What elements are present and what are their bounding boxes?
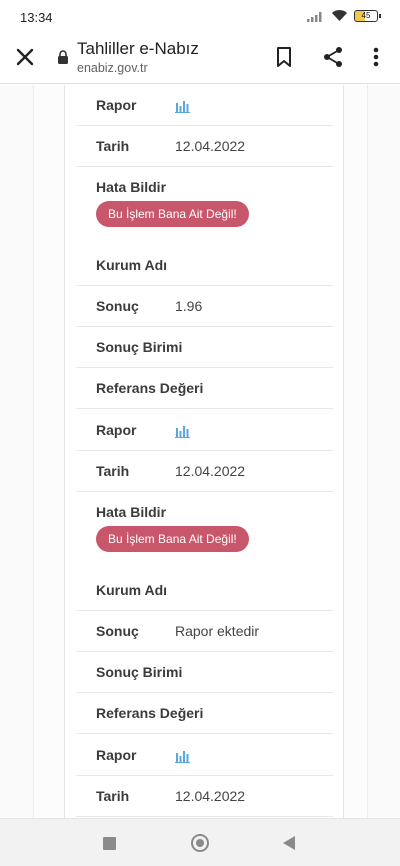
row-rapor: Rapor: [76, 735, 333, 776]
page-content[interactable]: Rapor Tarih 12.04.2022 Hata Bildir Bu İş…: [0, 85, 400, 818]
bookmark-icon[interactable]: [274, 46, 294, 68]
lock-icon[interactable]: [57, 50, 69, 64]
page-title: Tahliller e-Nabız: [77, 39, 199, 58]
row-referans-degeri: Referans Değeri: [76, 368, 333, 409]
label-tarih: Tarih: [96, 788, 130, 804]
status-bar: 13:34 45: [0, 0, 400, 34]
label-kurum-adi: Kurum Adı: [96, 257, 168, 273]
row-rapor: Rapor: [76, 85, 333, 126]
label-rapor: Rapor: [96, 422, 137, 438]
label-rapor: Rapor: [96, 747, 137, 763]
label-hata-bildir: Hata Bildir: [96, 504, 167, 520]
label-kurum-adi: Kurum Adı: [96, 582, 168, 598]
label-referans-degeri: Referans Değeri: [96, 380, 204, 396]
row-tarih: Tarih 12.04.2022: [76, 451, 333, 492]
label-sonuc: Sonuç: [96, 623, 139, 639]
label-rapor: Rapor: [96, 97, 137, 113]
label-tarih: Tarih: [96, 138, 130, 154]
share-icon[interactable]: [322, 46, 344, 68]
row-kurum-adi: Kurum Adı: [76, 570, 333, 611]
report-error-button[interactable]: Bu İşlem Bana Ait Değil!: [96, 526, 249, 552]
bar-chart-icon[interactable]: [175, 97, 191, 113]
value-tarih: 12.04.2022: [175, 138, 246, 154]
row-referans-degeri: Referans Değeri: [76, 693, 333, 734]
label-tarih: Tarih: [96, 463, 130, 479]
signal-icon: [307, 11, 322, 22]
row-tarih: Tarih 12.04.2022: [76, 776, 333, 817]
bar-chart-icon[interactable]: [175, 422, 191, 438]
label-sonuc: Sonuç: [96, 298, 139, 314]
status-time: 13:34: [20, 10, 53, 25]
bar-chart-icon[interactable]: [175, 747, 191, 763]
report-error-button[interactable]: Bu İşlem Bana Ait Değil!: [96, 201, 249, 227]
system-navigation-bar: [0, 818, 400, 866]
back-icon[interactable]: [283, 836, 295, 850]
row-sonuc: Sonuç Rapor ektedir: [76, 611, 333, 652]
wifi-icon: [332, 10, 347, 21]
custom-tab-toolbar: Tahliller e-Nabız enabiz.gov.tr: [0, 34, 400, 84]
recents-icon[interactable]: [103, 837, 116, 850]
row-sonuc-birimi: Sonuç Birimi: [76, 652, 333, 693]
row-hata-bildir: Hata Bildir Bu İşlem Bana Ait Değil!: [76, 167, 333, 240]
battery-icon: 45: [354, 9, 381, 22]
row-tarih: Tarih 12.04.2022: [76, 126, 333, 167]
row-rapor: Rapor: [76, 410, 333, 451]
label-hata-bildir: Hata Bildir: [96, 179, 167, 195]
home-icon[interactable]: [191, 834, 209, 852]
row-sonuc: Sonuç 1.96: [76, 286, 333, 327]
label-referans-degeri: Referans Değeri: [96, 705, 204, 721]
row-hata-bildir: Hata Bildir Bu İşlem Bana Ait Değil!: [76, 492, 333, 565]
row-sonuc-birimi: Sonuç Birimi: [76, 327, 333, 368]
value-sonuc: Rapor ektedir: [175, 623, 260, 639]
row-kurum-adi: Kurum Adı: [76, 245, 333, 286]
close-icon[interactable]: [14, 46, 36, 68]
more-vert-icon[interactable]: [368, 46, 384, 68]
value-tarih: 12.04.2022: [175, 463, 246, 479]
value-tarih: 12.04.2022: [175, 788, 246, 804]
label-sonuc-birimi: Sonuç Birimi: [96, 664, 183, 680]
label-sonuc-birimi: Sonuç Birimi: [96, 339, 183, 355]
page-url: enabiz.gov.tr: [77, 61, 148, 75]
value-sonuc: 1.96: [175, 298, 203, 314]
